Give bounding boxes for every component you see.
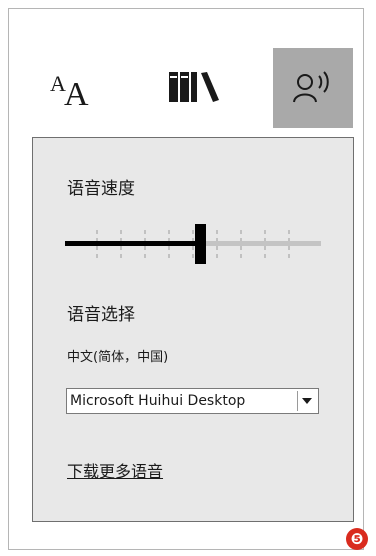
svg-text:A: A	[64, 76, 89, 113]
voice-select[interactable]: Microsoft Huihui Desktop	[66, 388, 319, 414]
voice-settings-panel: 语音速度 语音选择 中文(简体，中国) Microsoft Huihui Des…	[32, 137, 354, 522]
voice-select-value: Microsoft Huihui Desktop	[70, 393, 246, 409]
language-label: 中文(简体，中国)	[67, 350, 169, 365]
speech-speed-slider[interactable]	[65, 222, 321, 266]
text-size-icon: A A	[50, 71, 89, 113]
step-number-badge: ❺	[346, 528, 368, 550]
books-icon	[169, 72, 219, 102]
chevron-down-icon[interactable]	[297, 391, 316, 411]
text-options-button[interactable]: A A	[34, 48, 114, 128]
download-more-voices-link[interactable]: 下载更多语音	[67, 458, 163, 482]
voice-selection-label: 语音选择	[67, 305, 135, 325]
reading-preferences-button[interactable]	[153, 48, 233, 128]
slider-thumb[interactable]	[195, 224, 206, 264]
speech-speed-label: 语音速度	[67, 179, 135, 199]
read-aloud-icon	[293, 71, 329, 103]
voice-options-button[interactable]	[273, 48, 353, 128]
